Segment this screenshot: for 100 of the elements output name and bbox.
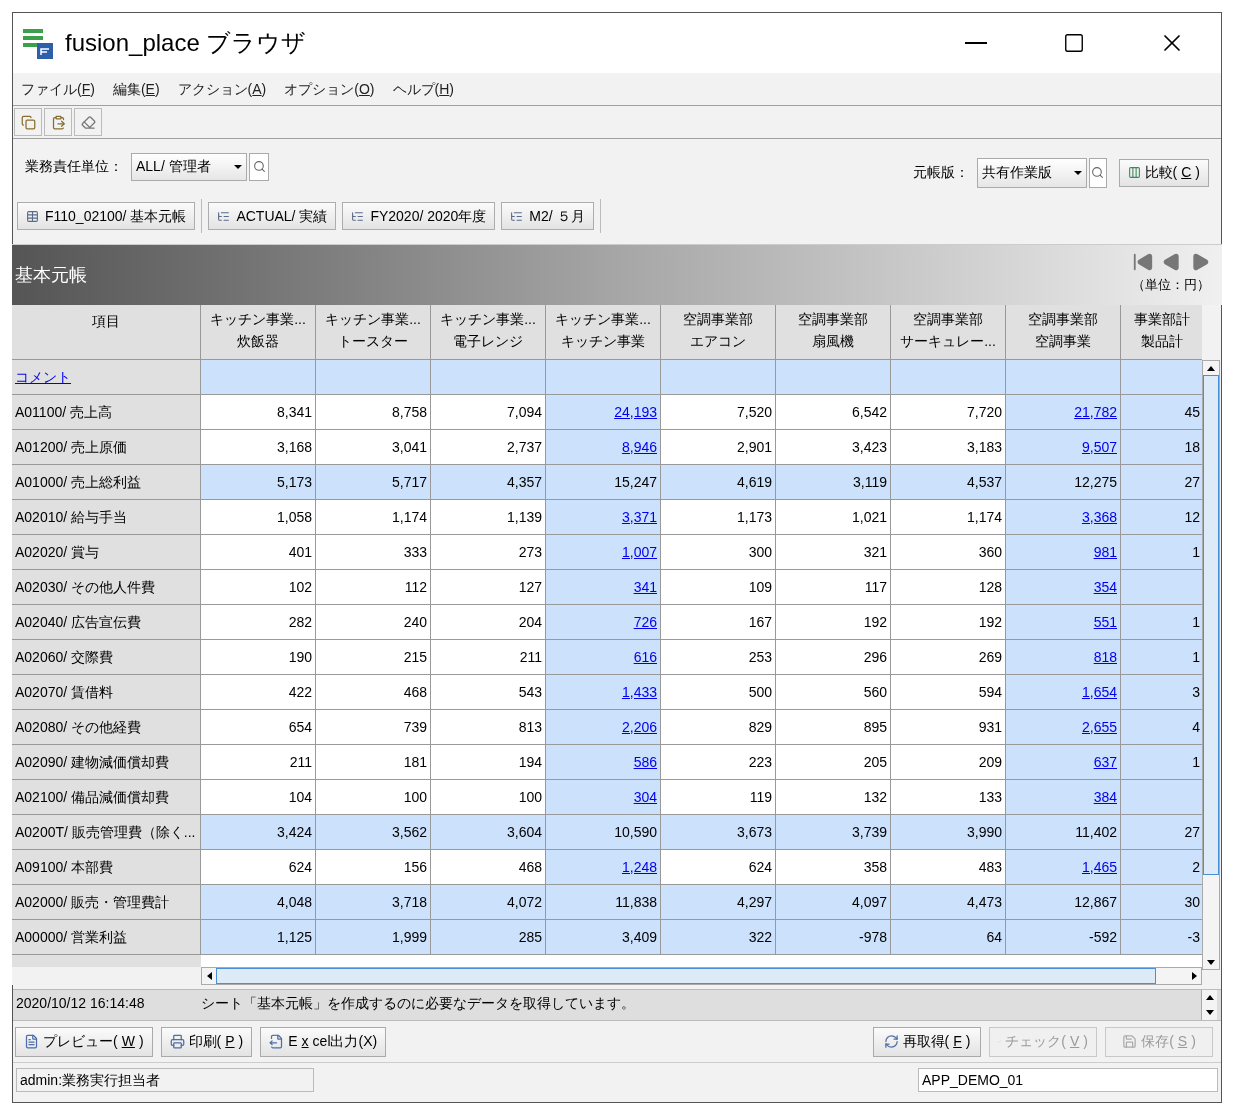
action-button[interactable]: プレビュー( W ): [15, 1026, 153, 1057]
table-cell[interactable]: 8,946: [546, 430, 661, 465]
table-cell[interactable]: 586: [546, 745, 661, 780]
menu-item[interactable]: ファイル(F): [21, 78, 95, 100]
table-cell: 1,021: [776, 500, 891, 535]
table-cell: 4,537: [891, 465, 1006, 500]
menu-item[interactable]: ヘルプ(H): [392, 78, 454, 100]
table-cell: 3,409: [546, 920, 661, 955]
scroll-down-arrow-icon[interactable]: [1207, 959, 1215, 965]
menu-item[interactable]: アクション(A): [177, 78, 267, 100]
scroll-up-arrow-icon[interactable]: [1205, 995, 1214, 1000]
menu-item[interactable]: 編集(E): [112, 78, 160, 100]
compare-button[interactable]: 比較( C ): [1118, 158, 1209, 187]
table-cell[interactable]: 304: [546, 780, 661, 815]
table-cell[interactable]: 1,433: [546, 675, 661, 710]
menu-item[interactable]: オプション(O): [284, 78, 375, 100]
action-button[interactable]: E x cel出力(X): [260, 1026, 387, 1057]
table-cell: 1,173: [661, 500, 776, 535]
table-cell: 358: [776, 850, 891, 885]
scroll-left-arrow-icon[interactable]: [206, 972, 212, 980]
search-button[interactable]: [1088, 157, 1107, 188]
selector-button[interactable]: ACTUAL/ 実績: [208, 202, 337, 230]
table-cell[interactable]: 2,206: [546, 710, 661, 745]
action-button[interactable]: 再取得( F ): [873, 1026, 981, 1057]
table-cell: 8,758: [316, 395, 431, 430]
vertical-scrollbar[interactable]: [1201, 990, 1217, 1020]
table-cell[interactable]: 2,655: [1006, 710, 1121, 745]
paste-button[interactable]: [44, 108, 72, 136]
table-cell[interactable]: 551: [1006, 605, 1121, 640]
table-cell: 45: [1121, 395, 1202, 430]
next-button[interactable]: [1190, 251, 1210, 273]
table-cell: 4,357: [431, 465, 546, 500]
table-cell: 64: [891, 920, 1006, 955]
table-cell[interactable]: 981: [1006, 535, 1121, 570]
row-header: A00000/ 営業利益: [12, 920, 201, 955]
table-cell[interactable]: 21,782: [1006, 395, 1121, 430]
table-cell[interactable]: 637: [1006, 745, 1121, 780]
table-cell: 3,718: [316, 885, 431, 920]
vertical-scrollbar[interactable]: [1202, 360, 1220, 970]
row-header: A01100/ 売上高: [12, 395, 201, 430]
row-header: A01000/ 売上総利益: [12, 465, 201, 500]
table-cell: 112: [316, 570, 431, 605]
selector-button[interactable]: FY2020/ 2020年度: [342, 202, 496, 230]
previous-button[interactable]: [1162, 251, 1182, 273]
table-cell: 285: [431, 920, 546, 955]
table-cell: 1: [1121, 640, 1202, 675]
table-cell[interactable]: 24,193: [546, 395, 661, 430]
table-cell[interactable]: 354: [1006, 570, 1121, 605]
horizontal-scrollbar[interactable]: [201, 967, 1202, 985]
first-page-button[interactable]: [1132, 251, 1154, 273]
comment-link[interactable]: コメント: [15, 366, 71, 388]
row-header: A02020/ 賞与: [12, 535, 201, 570]
table-cell: 11,402: [1006, 815, 1121, 850]
action-button[interactable]: 印刷( P ): [160, 1026, 253, 1057]
table-cell[interactable]: 3,368: [1006, 500, 1121, 535]
table-cell: 215: [316, 640, 431, 675]
unit-dropdown[interactable]: ALL/ 管理者: [131, 152, 247, 181]
table-cell[interactable]: 1,248: [546, 850, 661, 885]
row-header: A02090/ 建物減価償却費: [12, 745, 201, 780]
table-cell: 594: [891, 675, 1006, 710]
document-icon: [24, 1034, 39, 1049]
table-cell[interactable]: 9,507: [1006, 430, 1121, 465]
copy-button[interactable]: [14, 108, 42, 136]
table-cell[interactable]: 1,465: [1006, 850, 1121, 885]
row-header: A01200/ 売上原価: [12, 430, 201, 465]
table-cell: 27: [1121, 815, 1202, 850]
table-cell[interactable]: 818: [1006, 640, 1121, 675]
table-cell: 739: [316, 710, 431, 745]
table-cell: 5,717: [316, 465, 431, 500]
table-cell: 8,341: [201, 395, 316, 430]
table-cell: 321: [776, 535, 891, 570]
selector-button[interactable]: F110_02100/ 基本元帳: [17, 202, 196, 230]
table-cell: 3,119: [776, 465, 891, 500]
scroll-right-arrow-icon[interactable]: [1191, 972, 1197, 980]
table-cell: 7,094: [431, 395, 546, 430]
scroll-down-arrow-icon[interactable]: [1205, 1010, 1214, 1015]
scroll-up-arrow-icon[interactable]: [1207, 365, 1215, 371]
eraser-button[interactable]: [74, 108, 102, 136]
table-cell[interactable]: 1,007: [546, 535, 661, 570]
table-cell[interactable]: 726: [546, 605, 661, 640]
table-cell: 322: [661, 920, 776, 955]
row-header: A02000/ 販売・管理費計: [12, 885, 201, 920]
log-time: 2020/10/12 16:14:48: [15, 993, 146, 1013]
table-cell[interactable]: 616: [546, 640, 661, 675]
save-icon: [1122, 1034, 1138, 1049]
status-app: APP_DEMO_01: [918, 1068, 1218, 1092]
table-cell[interactable]: 3,371: [546, 500, 661, 535]
table-cell[interactable]: 341: [546, 570, 661, 605]
version-dropdown[interactable]: 共有作業版: [976, 157, 1087, 188]
copy-icon: [20, 114, 36, 130]
window-title: fusion_place ブラウザ: [65, 28, 307, 58]
table-cell[interactable]: 384: [1006, 780, 1121, 815]
table-cell[interactable]: 1,654: [1006, 675, 1121, 710]
table-cell: 500: [661, 675, 776, 710]
search-button[interactable]: [249, 152, 269, 181]
table-cell: 483: [891, 850, 1006, 885]
table-cell: 240: [316, 605, 431, 640]
row-header: A02040/ 広告宣伝費: [12, 605, 201, 640]
table-cell: -3: [1121, 920, 1202, 955]
selector-button[interactable]: M2/ ５月: [501, 202, 594, 230]
